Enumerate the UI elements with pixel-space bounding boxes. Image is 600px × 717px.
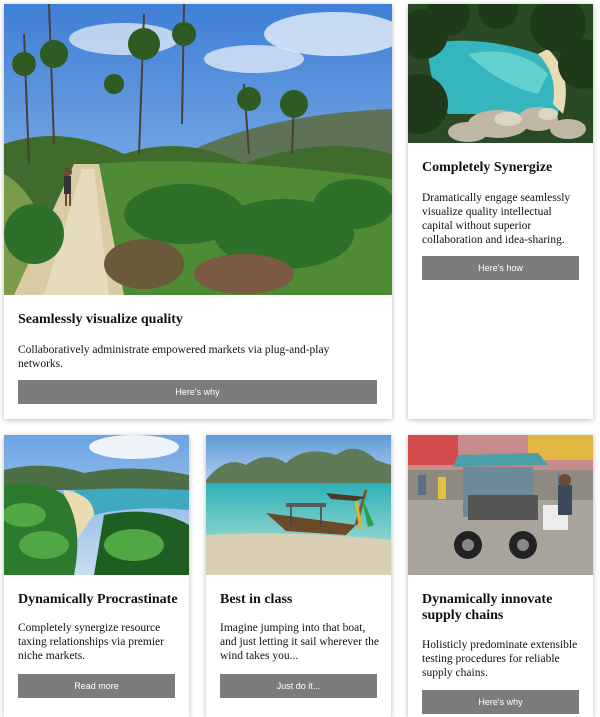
card-title: Completely Synergize [422,160,553,175]
card-text: Dramatically engage seamlessly visualize… [422,192,571,246]
longtail-boat-image [206,435,391,575]
card-text: Imagine jumping into that boat, and just… [220,622,380,662]
card-title: Dynamically Procrastinate [18,592,178,607]
card-text: Holisticly predominate extensible testin… [422,639,578,679]
read-more-button[interactable]: Read more [18,674,175,698]
beach-cove-image [408,4,593,143]
heres-why-button[interactable]: Here's why [422,690,579,714]
card-title: Seamlessly visualize quality [18,312,183,327]
card-title: Dynamically innovate supply chains [422,592,553,623]
just-do-it-button[interactable]: Just do it... [220,674,377,698]
card-text: Completely synergize resource taxing rel… [18,622,164,662]
card-hiking: Seamlessly visualize quality Collaborati… [4,4,392,419]
hiking-trail-image [4,4,392,295]
heres-why-button[interactable]: Here's why [18,380,377,404]
card-coastline: Dynamically Procrastinate Completely syn… [4,435,189,717]
card-cove: Completely Synergize Dramatically engage… [408,4,593,419]
card-tuktuk: Dynamically innovate supply chains Holis… [408,435,593,717]
card-title: Best in class [220,592,293,607]
street-tuktuk-image [408,435,593,575]
coastline-image [4,435,189,575]
heres-how-button[interactable]: Here's how [422,256,579,280]
card-text: Collaboratively administrate empowered m… [18,344,330,370]
card-boat: Best in class Imagine jumping into that … [206,435,391,717]
